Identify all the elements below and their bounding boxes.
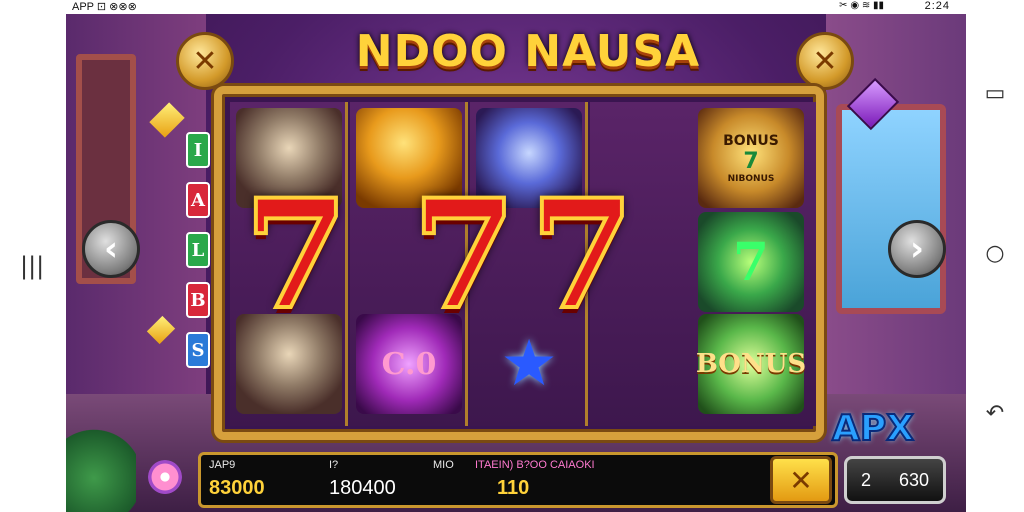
green-seven-icon: 7 bbox=[743, 148, 759, 174]
menu-icon[interactable]: ||| bbox=[20, 252, 44, 280]
game-scene: NDOO NAUSA ✕ ✕ I A L B S C.0 ★ BONUS 7 N… bbox=[66, 14, 966, 512]
close-button[interactable]: ✕ bbox=[770, 456, 832, 504]
status-left-text: APP ⊡ ⊗⊗⊗ bbox=[72, 0, 137, 13]
win-label: MIO bbox=[433, 459, 454, 471]
window-decoration bbox=[836, 104, 946, 314]
status-app-label: APP bbox=[72, 1, 94, 13]
red-seven-symbol: 7 bbox=[528, 167, 636, 343]
bet-selector[interactable]: 2 630 bbox=[844, 456, 946, 504]
green-seven-symbol: 7 bbox=[698, 212, 804, 312]
close-icon[interactable]: ✕ bbox=[796, 32, 854, 90]
game-title: NDOO NAUSA bbox=[355, 26, 701, 77]
balance-value: 83000 bbox=[209, 477, 265, 499]
status-system-icons: ✂ ◉ ≋ ▮▮ bbox=[839, 0, 884, 11]
close-icon[interactable]: ✕ bbox=[176, 32, 234, 90]
android-nav-bar: ▭ ○ ↶ bbox=[966, 14, 1024, 512]
badge-subtitle: NIBONUS bbox=[727, 173, 775, 184]
reel-frame: C.0 ★ BONUS 7 NIBONUS 7 BONUS 7 7 7 bbox=[214, 86, 824, 440]
side-letter-tabs: I A L B S bbox=[186, 132, 210, 382]
total-label: I? bbox=[329, 459, 339, 471]
balance-label: JAP9 bbox=[209, 459, 236, 471]
back-icon[interactable]: ↶ bbox=[980, 398, 1010, 428]
bet-value: 630 bbox=[898, 469, 930, 490]
bonus-symbol: BONUS bbox=[695, 314, 807, 414]
left-gutter: ||| bbox=[0, 14, 66, 512]
red-seven-symbol: 7 bbox=[410, 167, 518, 343]
apx-logo: APX bbox=[831, 407, 915, 450]
status-notification-icons: ⊡ ⊗⊗⊗ bbox=[96, 1, 137, 13]
chevron-right-icon[interactable]: › bbox=[888, 220, 946, 278]
bonus-badge-symbol: BONUS 7 NIBONUS bbox=[698, 108, 804, 208]
flower-icon bbox=[148, 460, 182, 494]
side-letter-tab[interactable]: L bbox=[186, 232, 210, 268]
status-time: 2:24 bbox=[924, 0, 950, 12]
status-bar: APP ⊡ ⊗⊗⊗ ✂ ◉ ≋ ▮▮ 2:24 bbox=[0, 0, 1024, 14]
chevron-left-icon[interactable]: ‹ bbox=[82, 220, 140, 278]
total-value: 180400 bbox=[329, 477, 396, 499]
recents-icon[interactable]: ▭ bbox=[980, 78, 1010, 108]
info-panel: JAP9 83000 I? 180400 MIO 110 ITAEIN) B?O… bbox=[198, 452, 838, 508]
bonus-text: BONUS bbox=[695, 349, 807, 379]
win-value: 110 bbox=[497, 477, 530, 499]
reel-5: BONUS 7 NIBONUS 7 BONUS bbox=[692, 102, 816, 426]
badge-title: BONUS bbox=[723, 132, 779, 149]
side-letter-tab[interactable]: S bbox=[186, 332, 210, 368]
side-letter-tab[interactable]: B bbox=[186, 282, 210, 318]
plant-decoration bbox=[66, 424, 136, 512]
symbol-text: C.0 bbox=[381, 346, 437, 382]
bet-prefix: 2 bbox=[860, 469, 871, 490]
home-icon[interactable]: ○ bbox=[980, 238, 1010, 268]
side-letter-tab[interactable]: A bbox=[186, 182, 210, 218]
status-message: ITAEIN) B?OO CAIAOKI bbox=[475, 459, 595, 471]
side-letter-tab[interactable]: I bbox=[186, 132, 210, 168]
red-seven-symbol: 7 bbox=[242, 167, 350, 343]
